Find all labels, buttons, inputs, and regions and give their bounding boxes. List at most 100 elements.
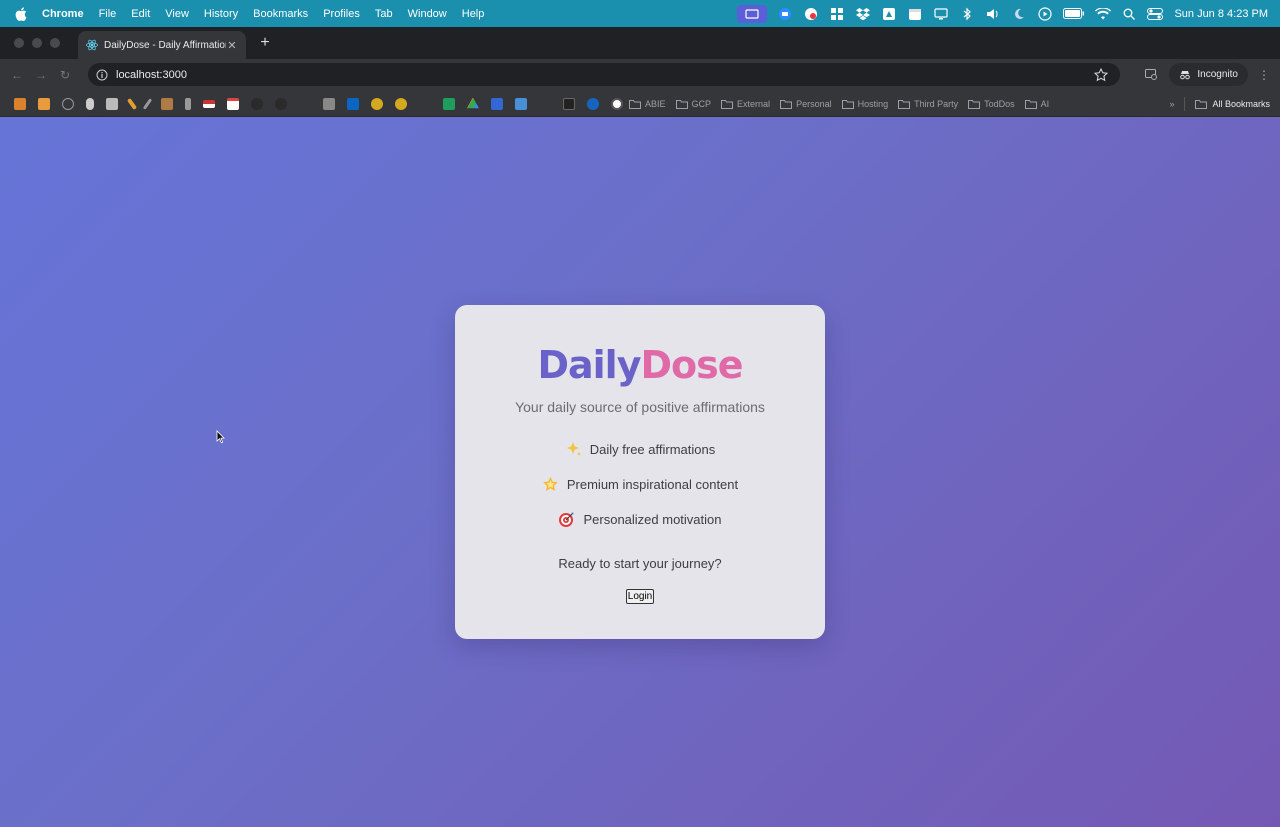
- forward-arrow-icon[interactable]: →: [34, 68, 48, 82]
- journey-prompt: Ready to start your journey?: [558, 556, 722, 571]
- bookmarks-bar: ABIE GCP External Personal Hosting Third…: [0, 91, 1280, 117]
- bookmark-icon[interactable]: [419, 98, 431, 110]
- bookmark-icon[interactable]: [491, 97, 503, 110]
- gmail-bookmark-icon[interactable]: [227, 97, 239, 110]
- folder-icon: [780, 99, 793, 109]
- bookmark-icon[interactable]: [563, 97, 575, 110]
- menu-app-name[interactable]: Chrome: [42, 8, 84, 20]
- bookmark-icon[interactable]: [515, 97, 527, 110]
- bookmark-icon[interactable]: [539, 98, 551, 110]
- lightbulb-bookmark-icon[interactable]: [86, 97, 94, 110]
- new-tab-button[interactable]: +: [258, 34, 272, 52]
- apple-menu-icon[interactable]: [14, 6, 28, 21]
- chevron-more-icon[interactable]: »: [1169, 99, 1174, 109]
- zoom-app-icon[interactable]: [777, 6, 793, 22]
- minimize-window-button[interactable]: [32, 38, 42, 48]
- address-bar[interactable]: localhost:3000: [88, 63, 1120, 86]
- active-tab[interactable]: DailyDose - Daily Affirmations ✕: [78, 31, 246, 59]
- github-bookmark-icon[interactable]: [251, 97, 263, 110]
- login-button[interactable]: Login: [626, 589, 654, 604]
- github-bookmark-icon[interactable]: [275, 97, 287, 110]
- box-bookmark-icon[interactable]: [161, 97, 173, 110]
- browser-tab-strip: DailyDose - Daily Affirmations ✕ +: [0, 27, 1280, 59]
- battery-icon[interactable]: [1063, 6, 1085, 22]
- grid-apps-icon[interactable]: [829, 6, 845, 22]
- bookmark-icon[interactable]: [299, 98, 311, 110]
- flag-bookmark-icon[interactable]: [203, 99, 215, 108]
- bookmark-icon[interactable]: [14, 97, 26, 110]
- bookmark-folder-personal[interactable]: Personal: [780, 99, 832, 109]
- brand-logo: DailyDose: [455, 343, 825, 387]
- menu-view[interactable]: View: [165, 8, 189, 20]
- display-icon[interactable]: [933, 6, 949, 22]
- play-circle-icon[interactable]: [1037, 6, 1053, 22]
- dropbox-icon[interactable]: [855, 6, 871, 22]
- menu-help[interactable]: Help: [462, 8, 485, 20]
- screen-share-icon[interactable]: [737, 4, 768, 23]
- close-tab-icon[interactable]: ✕: [226, 39, 238, 52]
- feature-label: Premium inspirational content: [566, 477, 739, 492]
- drive-bookmark-icon[interactable]: [467, 97, 479, 109]
- site-info-icon[interactable]: [96, 69, 108, 81]
- menu-window[interactable]: Window: [408, 8, 447, 20]
- bookmark-folder-abie[interactable]: ABIE: [629, 99, 666, 109]
- control-center-icon[interactable]: [1147, 6, 1164, 22]
- calendar-icon[interactable]: [907, 6, 923, 22]
- spotlight-search-icon[interactable]: [1121, 6, 1137, 22]
- pencil-bookmark-icon[interactable]: [126, 97, 138, 110]
- tab-search-icon[interactable]: [1145, 68, 1159, 81]
- bookmark-icon[interactable]: [371, 97, 383, 110]
- sheets-bookmark-icon[interactable]: [443, 97, 455, 110]
- sparkles-icon: [565, 441, 582, 458]
- menubar-clock[interactable]: Sun Jun 8 4:23 PM: [1174, 8, 1268, 20]
- close-window-button[interactable]: [14, 38, 24, 48]
- folder-icon: [898, 99, 911, 109]
- reload-icon[interactable]: ↻: [58, 68, 72, 82]
- globe-icon[interactable]: [803, 6, 819, 22]
- bookmark-icon[interactable]: [185, 97, 191, 110]
- url-text[interactable]: localhost:3000: [116, 69, 1094, 81]
- bookmarks-bar-right: » All Bookmarks: [1169, 91, 1270, 117]
- moon-icon[interactable]: [1011, 6, 1027, 22]
- more-menu-icon[interactable]: ⋮: [1258, 68, 1270, 82]
- browser-toolbar: ← → ↻ localhost:3000 Incognito ⋮: [0, 59, 1280, 91]
- bookmark-icon[interactable]: [38, 97, 50, 110]
- bookmark-folder-hosting[interactable]: Hosting: [841, 99, 888, 109]
- tools-bookmark-icon[interactable]: [142, 97, 153, 110]
- bookmark-folder-gcp[interactable]: GCP: [675, 99, 711, 109]
- bookmark-folder-ai[interactable]: AI: [1024, 98, 1050, 109]
- all-bookmarks-button[interactable]: All Bookmarks: [1195, 99, 1270, 109]
- bookmark-star-icon[interactable]: [1094, 67, 1108, 82]
- menu-profiles[interactable]: Profiles: [323, 8, 360, 20]
- linkedin-bookmark-icon[interactable]: [347, 97, 359, 110]
- bookmark-icon[interactable]: [395, 97, 407, 110]
- bookmark-icon[interactable]: [106, 97, 118, 110]
- bookmark-folder-toddos[interactable]: TodDos: [968, 99, 1015, 109]
- tagline: Your daily source of positive affirmatio…: [515, 399, 765, 415]
- bookmark-folder-third-party[interactable]: Third Party: [898, 99, 958, 109]
- target-icon: [558, 511, 575, 528]
- bookmark-folder-label: AI: [1040, 98, 1050, 109]
- bluetooth-icon[interactable]: [959, 6, 975, 22]
- back-arrow-icon[interactable]: ←: [10, 68, 24, 82]
- menu-file[interactable]: File: [99, 8, 117, 20]
- feature-item: Daily free affirmations: [455, 441, 825, 458]
- react-favicon-icon: [86, 39, 98, 51]
- bookmark-icon[interactable]: [587, 97, 599, 110]
- bookmark-folder-external[interactable]: External: [721, 99, 770, 109]
- menu-edit[interactable]: Edit: [131, 8, 150, 20]
- divider: [1184, 97, 1186, 111]
- volume-icon[interactable]: [985, 6, 1001, 22]
- bookmark-icon[interactable]: [611, 97, 623, 110]
- menu-history[interactable]: History: [204, 8, 238, 20]
- menu-bookmarks[interactable]: Bookmarks: [253, 8, 308, 20]
- bookmark-folder-label: ABIE: [645, 98, 666, 109]
- menu-tab[interactable]: Tab: [375, 8, 393, 20]
- stack-bookmark-icon[interactable]: [323, 97, 335, 110]
- link-bookmark-icon[interactable]: [62, 97, 74, 110]
- wifi-icon[interactable]: [1095, 6, 1112, 22]
- maximize-window-button[interactable]: [50, 38, 60, 48]
- drive-icon[interactable]: [881, 6, 897, 22]
- window-controls: [14, 38, 60, 48]
- incognito-profile-button[interactable]: Incognito: [1169, 63, 1248, 86]
